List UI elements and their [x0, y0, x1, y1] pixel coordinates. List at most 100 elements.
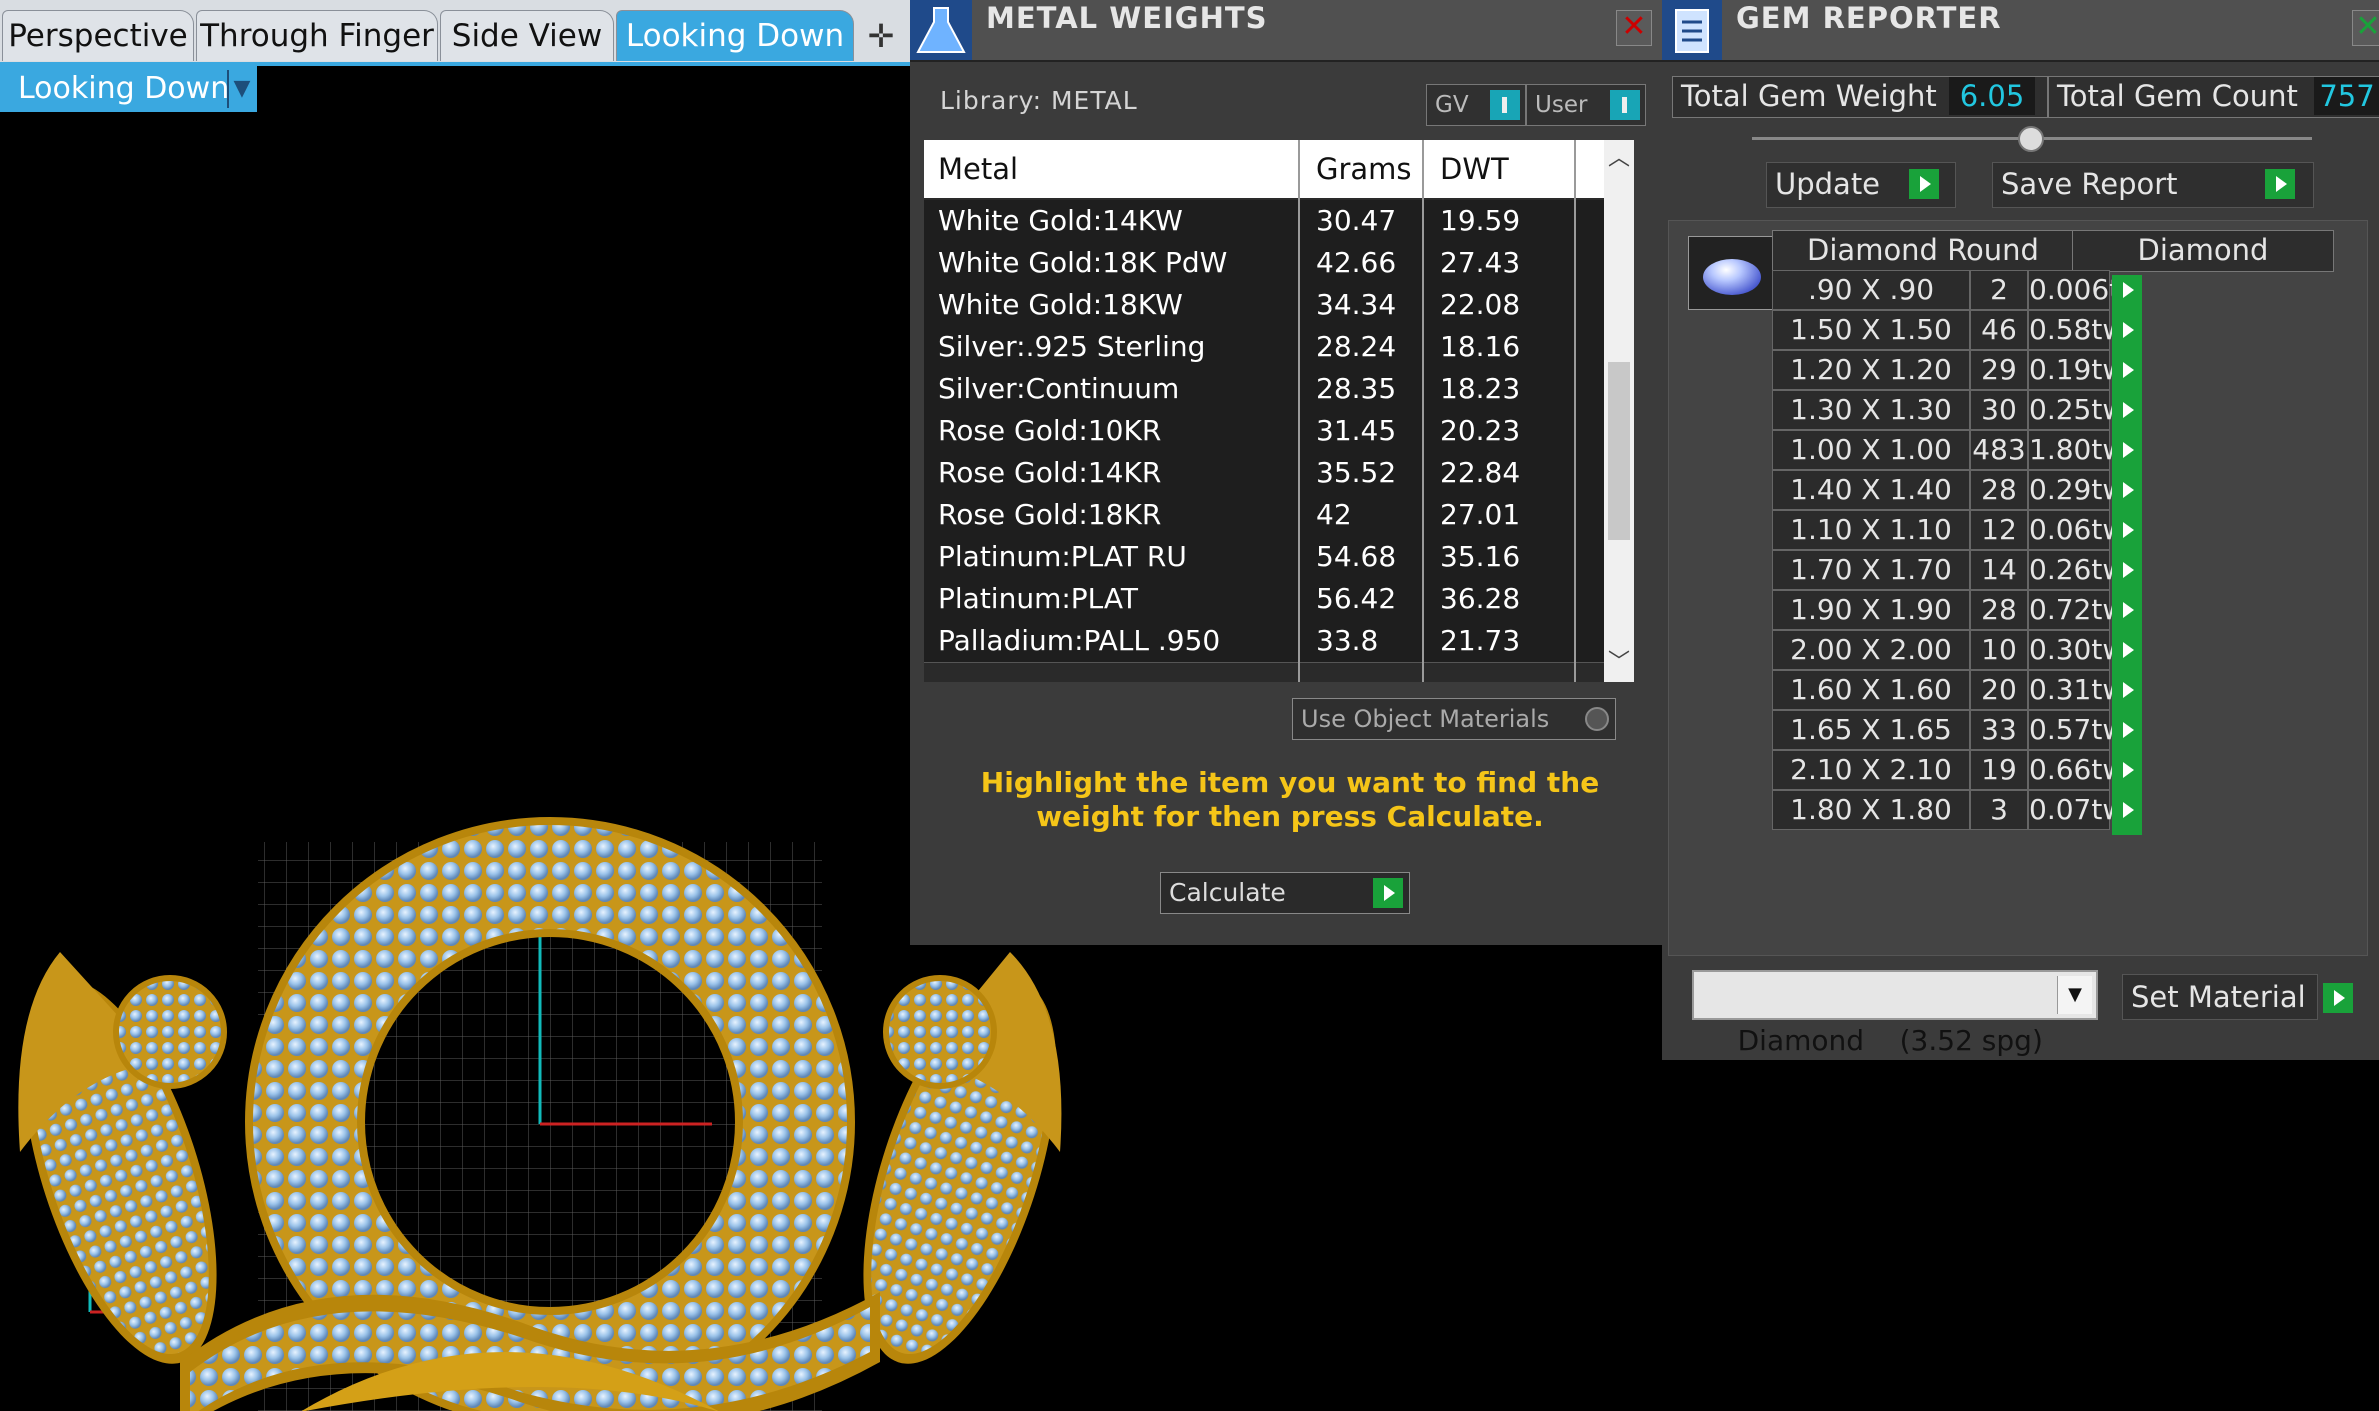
- save-report-button[interactable]: Save Report: [1992, 162, 2314, 208]
- calculate-button[interactable]: Calculate: [1160, 872, 1410, 914]
- table-row[interactable]: White Gold:18KW 34.34 22.08: [924, 284, 1604, 327]
- table-row[interactable]: Palladium:PALL .950 33.8 21.73: [924, 620, 1604, 663]
- table-row[interactable]: 1.50 X 1.50 46 0.58tw: [1772, 310, 2342, 355]
- column-header-grams[interactable]: Grams: [1316, 140, 1412, 198]
- table-row[interactable]: 1.40 X 1.40 28 0.29tw: [1772, 470, 2342, 515]
- cell-size: 1.60 X 1.60: [1772, 670, 1970, 710]
- gem-reporter-titlebar[interactable]: GEM REPORTER ✕: [1662, 0, 2379, 62]
- play-icon[interactable]: [1909, 169, 1939, 199]
- play-icon[interactable]: [2112, 795, 2142, 835]
- tab-perspective[interactable]: Perspective: [2, 10, 194, 61]
- use-object-materials-option[interactable]: Use Object Materials: [1292, 698, 1616, 740]
- cell-grams: 28.24: [1316, 330, 1397, 363]
- table-row[interactable]: Silver:.925 Sterling 28.24 18.16: [924, 326, 1604, 369]
- cell-weight: 0.31tw: [2028, 670, 2125, 710]
- play-icon[interactable]: [2112, 435, 2142, 475]
- chevron-down-icon[interactable]: ▼: [2057, 976, 2092, 1014]
- tab-looking-down[interactable]: Looking Down: [616, 10, 854, 61]
- cell-count: 29: [1970, 350, 2028, 390]
- play-icon[interactable]: [2112, 395, 2142, 435]
- play-icon[interactable]: [2265, 169, 2295, 199]
- diamond-round-icon[interactable]: [1688, 236, 1776, 310]
- cell-count: 20: [1970, 670, 2028, 710]
- total-gem-weight-value: 6.05: [1949, 77, 2035, 115]
- table-row[interactable]: 1.70 X 1.70 14 0.26tw: [1772, 550, 2342, 595]
- table-row[interactable]: White Gold:14KW 30.47 19.59: [924, 200, 1604, 243]
- play-icon[interactable]: [2112, 715, 2142, 755]
- total-gem-weight-label: Total Gem Weight: [1681, 79, 1937, 113]
- table-row[interactable]: 2.10 X 2.10 19 0.66tw: [1772, 750, 2342, 795]
- column-header-dwt[interactable]: DWT: [1440, 140, 1509, 198]
- view-select[interactable]: Looking Down ▼: [0, 66, 257, 112]
- cell-metal: Silver:.925 Sterling: [938, 330, 1206, 363]
- splitter-handle[interactable]: [2018, 126, 2044, 152]
- column-divider: [1422, 140, 1424, 682]
- chevron-down-icon[interactable]: ▼: [227, 70, 255, 108]
- table-row[interactable]: Silver:Continuum 28.35 18.23: [924, 368, 1604, 411]
- play-icon[interactable]: [2112, 675, 2142, 715]
- table-row[interactable]: Platinum:PLAT 56.42 36.28: [924, 578, 1604, 621]
- play-icon[interactable]: [2112, 315, 2142, 355]
- scrollbar-thumb[interactable]: [1608, 362, 1630, 540]
- table-row[interactable]: 1.00 X 1.00 483 1.80tw: [1772, 430, 2342, 475]
- cell-size: 1.10 X 1.10: [1772, 510, 1970, 550]
- play-icon[interactable]: [2112, 635, 2142, 675]
- play-icon[interactable]: [2112, 515, 2142, 555]
- cell-size: 1.40 X 1.40: [1772, 470, 1970, 510]
- set-material-button[interactable]: Set Material: [2122, 974, 2353, 1020]
- table-row[interactable]: 1.65 X 1.65 33 0.57tw: [1772, 710, 2342, 755]
- play-icon[interactable]: [2112, 355, 2142, 395]
- table-row[interactable]: Rose Gold:10KR 31.45 20.23: [924, 410, 1604, 453]
- play-icon[interactable]: [2112, 475, 2142, 515]
- play-icon[interactable]: [2323, 983, 2353, 1013]
- cell-weight: 0.30tw: [2028, 630, 2125, 670]
- play-icon[interactable]: [2112, 755, 2142, 795]
- tab-side-view[interactable]: Side View: [440, 10, 614, 61]
- table-row[interactable]: 1.20 X 1.20 29 0.19tw: [1772, 350, 2342, 395]
- table-row[interactable]: Rose Gold:18KR 42 27.01: [924, 494, 1604, 537]
- table-row[interactable]: White Gold:18K PdW 42.66 27.43: [924, 242, 1604, 285]
- table-row[interactable]: 1.80 X 1.80 3 0.07tw: [1772, 790, 2342, 835]
- table-row[interactable]: 1.90 X 1.90 28 0.72tw: [1772, 590, 2342, 635]
- cell-dwt: 20.23: [1440, 414, 1521, 447]
- metal-table[interactable]: Metal Grams DWT White Gold:14KW 30.47 19.5…: [924, 140, 1604, 682]
- gv-toggle[interactable]: GV: [1426, 84, 1526, 126]
- metal-table-scrollbar[interactable]: ︿ ﹀: [1604, 140, 1634, 682]
- user-toggle[interactable]: User: [1526, 84, 1646, 126]
- cell-weight: 0.07tw: [2028, 790, 2125, 830]
- play-icon[interactable]: [1373, 878, 1403, 908]
- save-report-label: Save Report: [2001, 167, 2178, 201]
- table-row[interactable]: 1.10 X 1.10 12 0.06tw: [1772, 510, 2342, 555]
- play-icon[interactable]: [2112, 595, 2142, 635]
- play-icon[interactable]: [2112, 275, 2142, 315]
- cell-dwt: 22.08: [1440, 288, 1521, 321]
- table-row[interactable]: Platinum:PLAT RU 54.68 35.16: [924, 536, 1604, 579]
- cell-count: 10: [1970, 630, 2028, 670]
- tab-through-finger[interactable]: Through Finger: [196, 10, 438, 61]
- table-row[interactable]: .90 X .90 2 0.006tw: [1772, 270, 2342, 315]
- cell-metal: Platinum:PLAT RU: [938, 540, 1187, 573]
- cell-dwt: 22.84: [1440, 456, 1521, 489]
- material-select[interactable]: Diamond (3.52 spg) ▼: [1692, 970, 2098, 1057]
- close-icon[interactable]: ✕: [2352, 10, 2379, 46]
- table-row[interactable]: Rose Gold:14KR 35.52 22.84: [924, 452, 1604, 495]
- gem-table[interactable]: Diamond Round Diamond .90 X .90 2 0.006tw 1…: [1772, 230, 2342, 835]
- scroll-up-icon[interactable]: ︿: [1604, 144, 1634, 174]
- radio-icon[interactable]: [1585, 707, 1609, 731]
- add-tab-icon[interactable]: ✛: [858, 14, 904, 58]
- play-icon[interactable]: [2112, 555, 2142, 595]
- table-row[interactable]: 2.00 X 2.00 10 0.30tw: [1772, 630, 2342, 675]
- cell-size: 2.10 X 2.10: [1772, 750, 1970, 790]
- close-icon[interactable]: ✕: [1616, 10, 1652, 46]
- gv-toggle-label: GV: [1435, 92, 1469, 118]
- table-row[interactable]: 1.60 X 1.60 20 0.31tw: [1772, 670, 2342, 715]
- metal-table-header: Metal Grams DWT: [924, 140, 1604, 198]
- table-row[interactable]: 1.30 X 1.30 30 0.25tw: [1772, 390, 2342, 435]
- cell-grams: 56.42: [1316, 582, 1397, 615]
- cell-grams: 28.35: [1316, 372, 1397, 405]
- scroll-down-icon[interactable]: ﹀: [1604, 648, 1634, 678]
- metal-weights-titlebar[interactable]: METAL WEIGHTS ✕: [910, 0, 1662, 62]
- update-button[interactable]: Update: [1766, 162, 1956, 208]
- set-material-label: Set Material: [2131, 980, 2306, 1014]
- column-header-metal[interactable]: Metal: [938, 140, 1018, 198]
